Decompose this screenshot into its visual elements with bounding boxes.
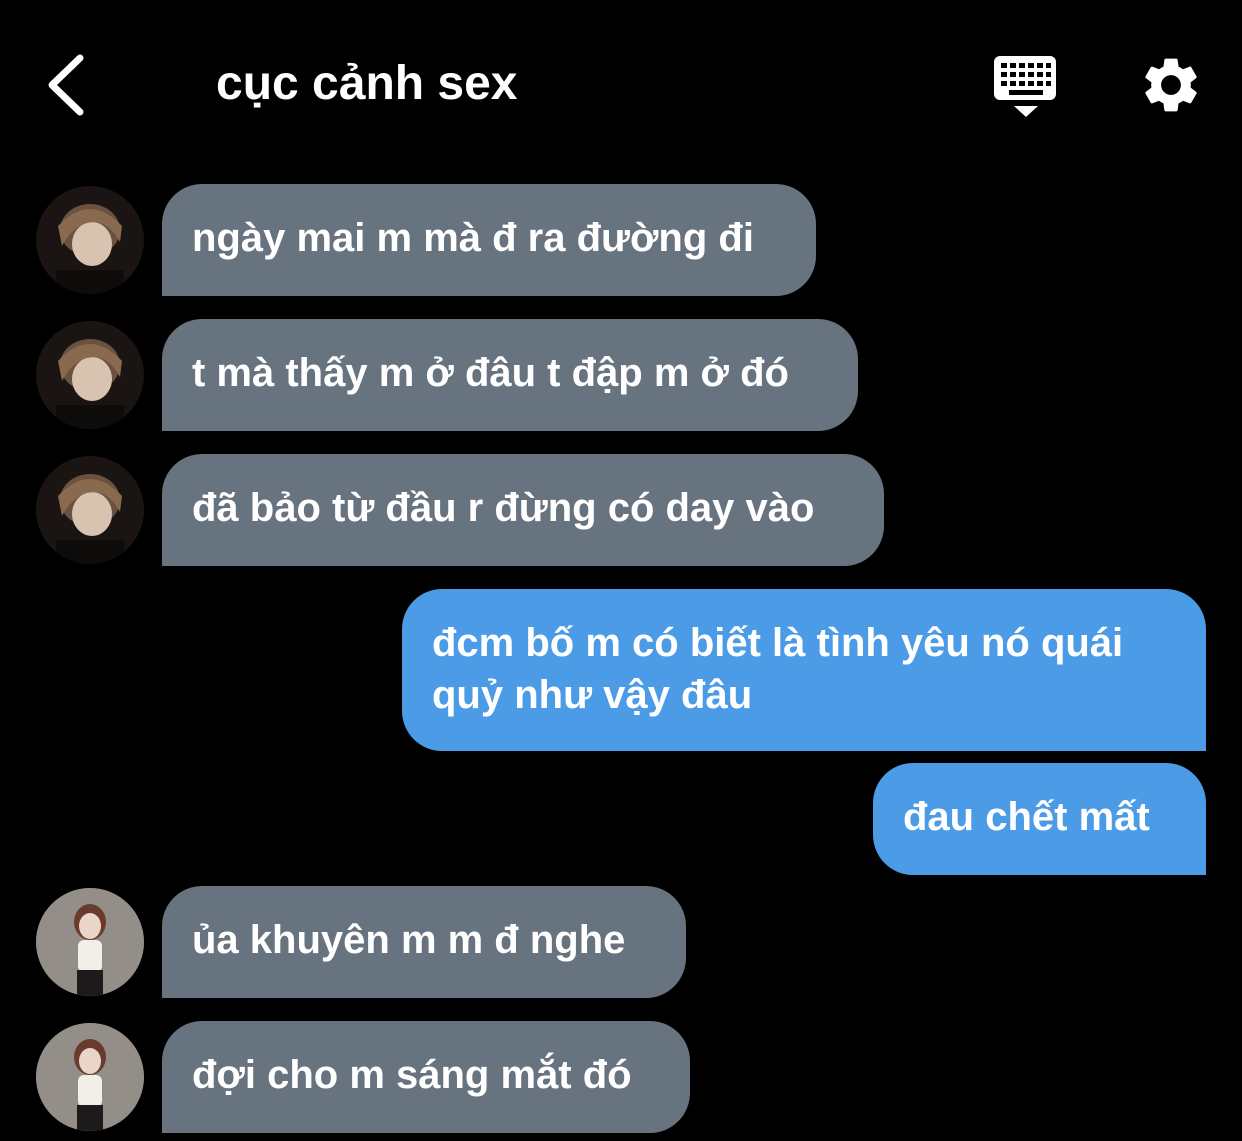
incoming-bubble[interactable]: ủa khuyên m m đ nghe: [162, 886, 686, 998]
message-text: ủa khuyên m m đ nghe: [192, 918, 626, 962]
message-text: ngày mai m mà đ ra đường đi: [192, 216, 754, 260]
message-text: đợi cho m sáng mắt đó: [192, 1053, 632, 1097]
keyboard-toggle-button[interactable]: [992, 54, 1060, 120]
message-text: t mà thấy m ở đâu t đập m ở đó: [192, 351, 789, 395]
avatar[interactable]: [36, 1023, 144, 1131]
message-text-line: đcm bố m có biết là tình yêu nó quái: [432, 621, 1124, 665]
chat-header: cục cảnh sex: [0, 0, 1242, 160]
message-incoming: đợi cho m sáng mắt đó: [0, 1021, 1242, 1133]
avatar[interactable]: [36, 321, 144, 429]
avatar[interactable]: [36, 456, 144, 564]
message-incoming: t mà thấy m ở đâu t đập m ở đó: [0, 319, 1242, 431]
back-button[interactable]: [40, 50, 100, 120]
incoming-bubble[interactable]: ngày mai m mà đ ra đường đi: [162, 184, 816, 296]
avatar[interactable]: [36, 186, 144, 294]
chevron-left-icon: [48, 54, 84, 116]
keyboard-icon: [994, 56, 1056, 117]
incoming-bubble[interactable]: t mà thấy m ở đâu t đập m ở đó: [162, 319, 858, 431]
message-text: đã bảo từ đầu r đừng có day vào: [192, 486, 815, 530]
avatar[interactable]: [36, 888, 144, 996]
gear-icon: [1145, 58, 1197, 112]
chat-title: cục cảnh sex: [216, 57, 518, 110]
message-outgoing: đau chết mất: [0, 763, 1242, 875]
message-incoming: đã bảo từ đầu r đừng có day vào: [0, 454, 1242, 566]
message-text: đau chết mất: [903, 795, 1150, 839]
outgoing-bubble[interactable]: đau chết mất: [873, 763, 1206, 875]
message-outgoing: đcm bố m có biết là tình yêu nó quái quỷ…: [0, 589, 1242, 751]
message-incoming: ủa khuyên m m đ nghe: [0, 886, 1242, 998]
message-text-line: quỷ như vậy đâu: [432, 673, 753, 717]
message-incoming: ngày mai m mà đ ra đường đi: [0, 184, 1242, 296]
settings-button[interactable]: [1138, 52, 1204, 118]
outgoing-bubble[interactable]: đcm bố m có biết là tình yêu nó quái quỷ…: [402, 589, 1206, 751]
incoming-bubble[interactable]: đã bảo từ đầu r đừng có day vào: [162, 454, 884, 566]
incoming-bubble[interactable]: đợi cho m sáng mắt đó: [162, 1021, 690, 1133]
